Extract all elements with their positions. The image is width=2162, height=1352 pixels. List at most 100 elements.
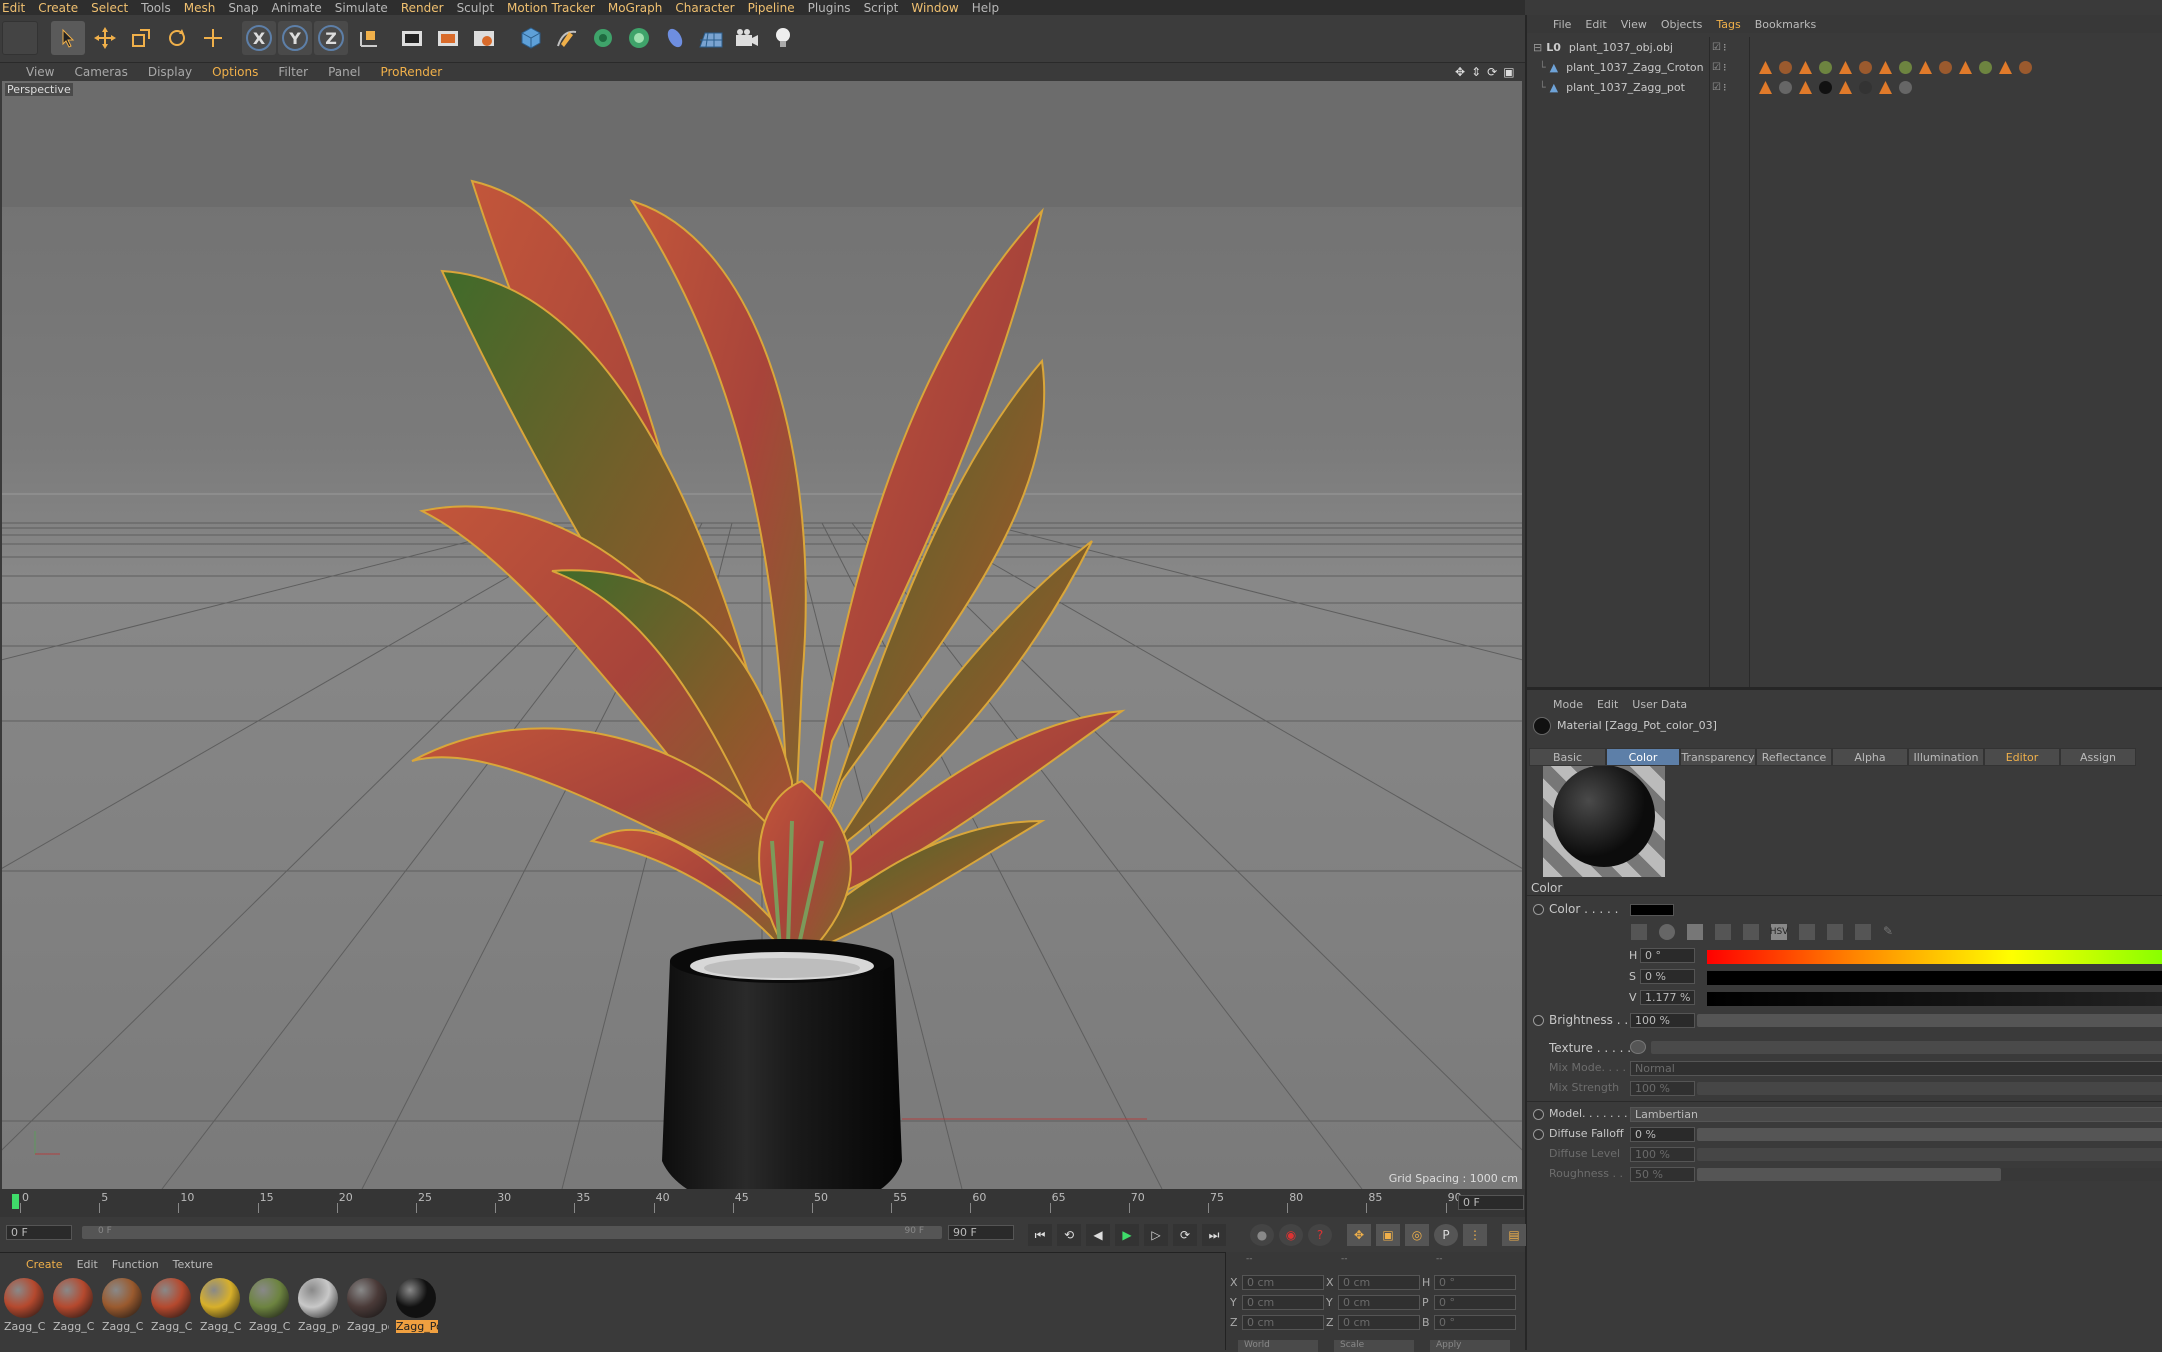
material-tag-icon[interactable] (1859, 61, 1872, 74)
viewport-menu-prorender[interactable]: ProRender (380, 65, 442, 79)
object-row[interactable]: ⊟ L0 plant_1037_obj.obj ⁝ ☑ (1527, 37, 2162, 57)
material-label[interactable]: Zagg_Cr (53, 1320, 95, 1333)
tab-transparency[interactable]: Transparency (1680, 748, 1756, 766)
mm-menu-function[interactable]: Function (112, 1258, 159, 1271)
menu-simulate[interactable]: Simulate (335, 1, 388, 15)
phong-tag-icon[interactable] (1759, 61, 1772, 74)
cube-primitive-button[interactable] (514, 21, 548, 55)
k-icon[interactable] (1799, 924, 1815, 940)
mm-menu-edit[interactable]: Edit (77, 1258, 98, 1271)
coord-footer-apply[interactable]: Apply (1430, 1340, 1510, 1352)
material-label[interactable]: Zagg_Cr (200, 1320, 242, 1333)
y-axis-lock-button[interactable]: Y (278, 21, 312, 55)
pan-icon[interactable]: ✥ (1455, 65, 1465, 79)
scheme-icon[interactable]: ▤ (1502, 1224, 1526, 1246)
mixer-icon[interactable] (1827, 924, 1843, 940)
phong-tag-icon[interactable] (1879, 81, 1892, 94)
object-row[interactable]: └ ▲ plant_1037_Zagg_pot ⁝ ☑ (1527, 77, 2162, 97)
material-ball[interactable] (4, 1278, 44, 1318)
om-menu-file[interactable]: File (1553, 18, 1571, 31)
camera-button[interactable] (730, 21, 764, 55)
position-key-icon[interactable]: ✥ (1347, 1224, 1371, 1246)
mm-menu-texture[interactable]: Texture (173, 1258, 213, 1271)
render-view-button[interactable] (395, 21, 429, 55)
color-wheel-icon[interactable] (1659, 924, 1675, 940)
s-field[interactable]: 0 % (1640, 969, 1695, 984)
texture-slot[interactable] (1651, 1041, 2162, 1054)
spectrum-icon[interactable] (1631, 924, 1647, 940)
brightness-anim-toggle[interactable] (1533, 1015, 1544, 1026)
model-anim-toggle[interactable] (1533, 1109, 1544, 1120)
menu-render[interactable]: Render (401, 1, 444, 15)
material-ball[interactable] (298, 1278, 338, 1318)
texture-menu-button[interactable] (1630, 1040, 1646, 1054)
swatches-icon[interactable] (1855, 924, 1871, 940)
material-tag-icon[interactable] (1899, 81, 1912, 94)
light-button[interactable] (766, 21, 800, 55)
select-tool-button[interactable] (51, 21, 85, 55)
brightness-field[interactable]: 100 % (1630, 1013, 1695, 1028)
floor-object-button[interactable] (694, 21, 728, 55)
diffusefalloff-anim-toggle[interactable] (1533, 1129, 1544, 1140)
phong-tag-icon[interactable] (1959, 61, 1972, 74)
range-slider[interactable]: 0 F 90 F (82, 1226, 942, 1239)
menu-character[interactable]: Character (675, 1, 734, 15)
v-field[interactable]: 1.177 % (1640, 990, 1695, 1005)
diffusefalloff-slider[interactable] (1697, 1128, 2162, 1141)
orbit-icon[interactable]: ⟳ (1487, 65, 1497, 79)
enable-check-icon[interactable]: ☑ (1712, 82, 1721, 93)
tab-basic[interactable]: Basic (1529, 748, 1606, 766)
pla-key-icon[interactable]: ⋮ (1463, 1224, 1487, 1246)
viewport-menu-options[interactable]: Options (212, 65, 258, 79)
coord-p-field[interactable]: 0 ° (1434, 1295, 1516, 1310)
object-row[interactable]: └ ▲ plant_1037_Zagg_Croton ⁝ ☑ (1527, 57, 2162, 77)
end-frame-field[interactable]: 90 F (948, 1225, 1014, 1240)
menu-script[interactable]: Script (864, 1, 899, 15)
material-tag-icon[interactable] (1859, 81, 1872, 94)
phong-tag-icon[interactable] (1799, 61, 1812, 74)
material-ball[interactable] (151, 1278, 191, 1318)
visibility-toggle-icon[interactable]: ⁝ (1723, 61, 1727, 74)
menu-tools[interactable]: Tools (141, 1, 171, 15)
go-to-end-icon[interactable]: ⏭ (1202, 1224, 1226, 1246)
playhead[interactable] (12, 1194, 19, 1209)
menu-snap[interactable]: Snap (228, 1, 258, 15)
phong-tag-icon[interactable] (1879, 61, 1892, 74)
menu-plugins[interactable]: Plugins (808, 1, 851, 15)
subdivision-button[interactable] (586, 21, 620, 55)
material-tag-icon[interactable] (1899, 61, 1912, 74)
phong-tag-icon[interactable] (1799, 81, 1812, 94)
viewport-menu-filter[interactable]: Filter (278, 65, 308, 79)
material-label[interactable]: Zagg_Cr (249, 1320, 291, 1333)
value-slider[interactable] (1707, 992, 2162, 1006)
object-name[interactable]: plant_1037_Zagg_Croton (1566, 61, 1704, 74)
tab-editor[interactable]: Editor (1984, 748, 2060, 766)
am-menu-mode[interactable]: Mode (1553, 698, 1583, 711)
brightness-slider[interactable] (1697, 1014, 2162, 1027)
coord-z-field[interactable]: 0 cm (1242, 1315, 1324, 1330)
material-ball[interactable] (249, 1278, 289, 1318)
h-field[interactable]: 0 ° (1640, 948, 1695, 963)
material-label[interactable]: Zagg_Cr (151, 1320, 193, 1333)
material-ball[interactable] (347, 1278, 387, 1318)
model-dropdown[interactable]: Lambertian (1630, 1107, 2162, 1122)
material-tag-icon[interactable] (1779, 61, 1792, 74)
hsv-icon[interactable]: HSV (1770, 924, 1788, 940)
deformer-button[interactable] (658, 21, 692, 55)
saturation-slider[interactable] (1707, 971, 2162, 985)
menu-edit[interactable]: Edit (2, 1, 25, 15)
menu-mesh[interactable]: Mesh (184, 1, 216, 15)
menu-animate[interactable]: Animate (272, 1, 322, 15)
phong-tag-icon[interactable] (1919, 61, 1932, 74)
mm-menu-create[interactable]: Create (26, 1258, 63, 1271)
phong-tag-icon[interactable] (1759, 81, 1772, 94)
material-ball[interactable] (396, 1278, 436, 1318)
viewport-menu-cameras[interactable]: Cameras (74, 65, 127, 79)
enable-check-icon[interactable]: ☑ (1712, 42, 1721, 53)
render-settings-button[interactable] (467, 21, 501, 55)
mograph-cloner-button[interactable] (622, 21, 656, 55)
viewport-menu-view[interactable]: View (26, 65, 54, 79)
roughness-field[interactable]: 50 % (1630, 1167, 1695, 1182)
coord-y-field[interactable]: 0 cm (1242, 1295, 1324, 1310)
om-menu-view[interactable]: View (1621, 18, 1647, 31)
